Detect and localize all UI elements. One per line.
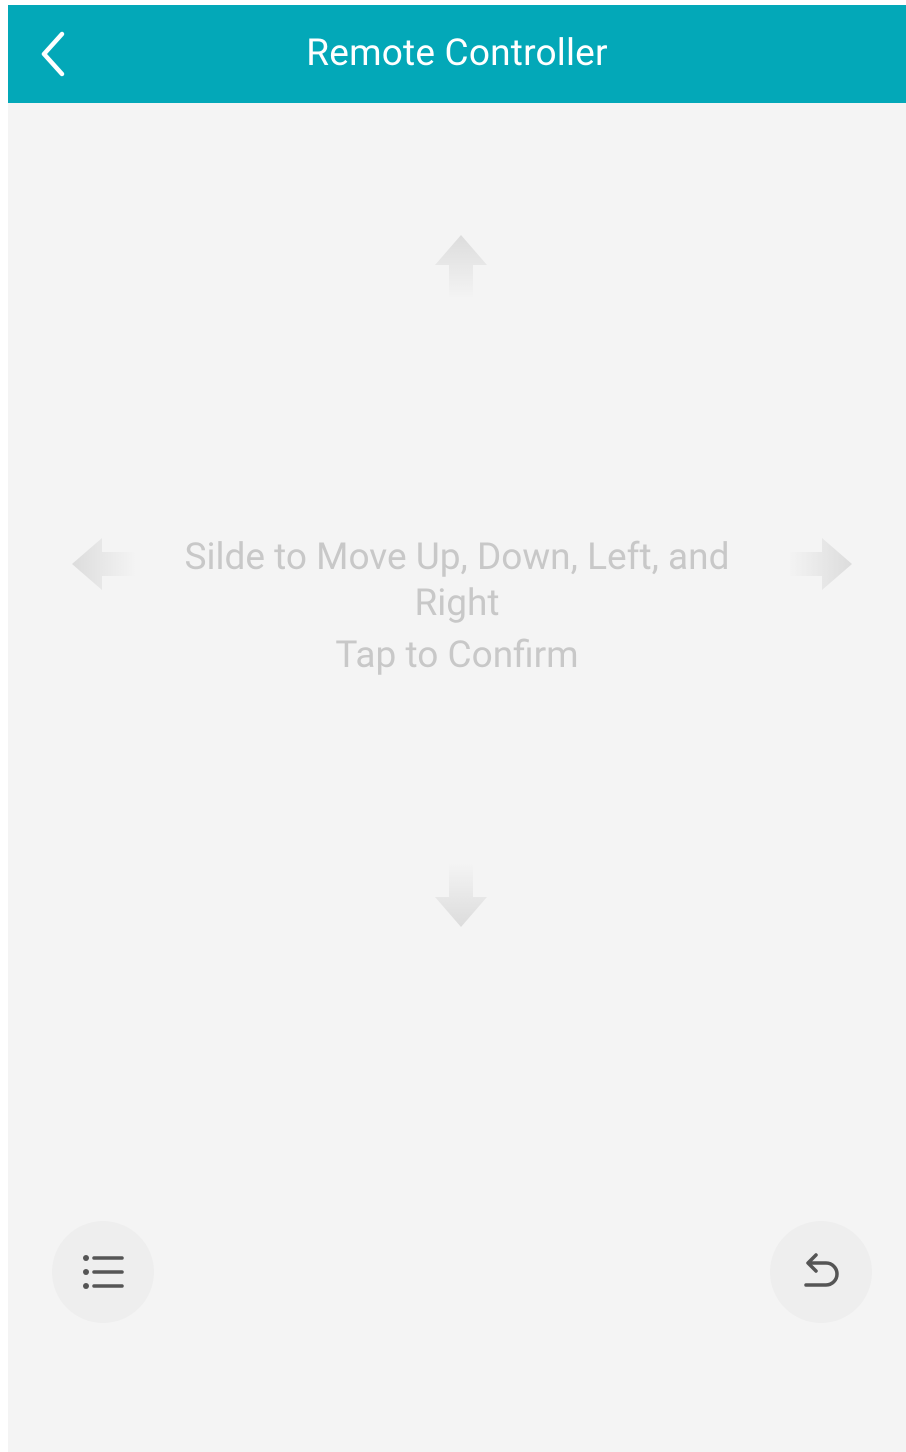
arrow-up-icon xyxy=(435,235,487,299)
move-hint-text: Silde to Move Up, Down, Left, and Right xyxy=(184,536,730,625)
confirm-hint-text: Tap to Confirm xyxy=(335,634,579,677)
return-icon xyxy=(804,1253,839,1287)
return-button[interactable] xyxy=(770,1221,872,1323)
arrow-left-icon xyxy=(72,538,136,590)
touch-pad[interactable]: Silde to Move Up, Down, Left, and Right … xyxy=(8,103,906,1203)
arrow-down-icon xyxy=(435,863,487,927)
menu-button[interactable] xyxy=(52,1221,154,1323)
arrow-right-icon xyxy=(788,538,852,590)
list-icon xyxy=(83,1255,124,1289)
page-title: Remote Controller xyxy=(306,32,608,75)
remote-controller-screen: Remote Controller Silde to Move Up, Down… xyxy=(8,5,906,1452)
app-bar: Remote Controller xyxy=(8,5,906,103)
